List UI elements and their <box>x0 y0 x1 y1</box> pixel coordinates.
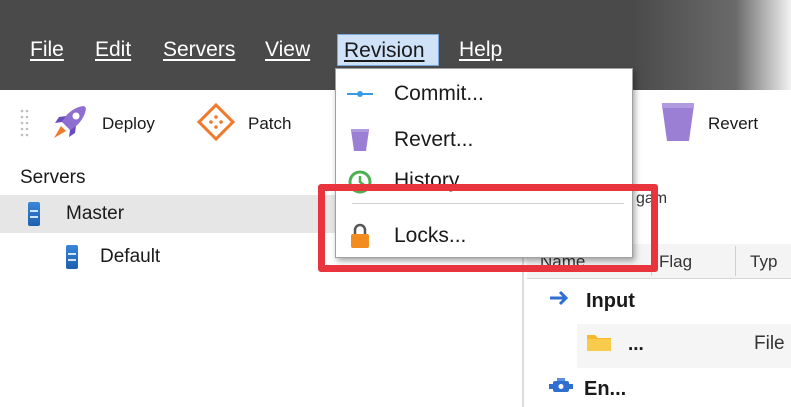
grip-icon[interactable] <box>20 108 30 140</box>
revert-icon <box>660 101 708 148</box>
menu-item-commit[interactable]: Commit... <box>336 71 632 117</box>
tree-item-label: Master <box>66 203 125 224</box>
server-icon <box>66 245 78 269</box>
patch-button[interactable]: Patch <box>196 96 291 152</box>
list-item-label: Input <box>586 289 635 312</box>
list-item-label: En... <box>584 377 627 400</box>
list-item-type: File <box>754 333 785 354</box>
menu-item-label: Commit... <box>394 82 484 105</box>
highlight-annotation <box>318 184 658 272</box>
list-item-input[interactable]: Input <box>548 286 635 316</box>
list-item-file-name: ... <box>586 330 644 360</box>
column-separator[interactable] <box>735 246 736 276</box>
revert-icon <box>340 128 380 152</box>
menu-item-label: Revert... <box>394 128 474 151</box>
menu-item-revert[interactable]: Revert... <box>336 117 632 163</box>
tree-item-default[interactable]: Default <box>0 238 330 276</box>
menu-servers[interactable]: Servers <box>157 34 241 66</box>
deploy-button[interactable]: Deploy <box>50 96 155 152</box>
server-icon <box>28 202 40 226</box>
menu-revision[interactable]: Revision <box>337 34 439 66</box>
patch-icon <box>196 102 248 147</box>
commit-icon <box>340 89 380 99</box>
column-header-flag[interactable]: Flag <box>659 252 692 272</box>
engine-icon <box>548 376 574 402</box>
rocket-icon <box>50 102 102 147</box>
deploy-label: Deploy <box>102 114 155 133</box>
tree-item-label: Default <box>100 246 161 267</box>
folder-icon <box>586 332 612 358</box>
column-header-type[interactable]: Typ <box>750 252 777 272</box>
list-item-engine[interactable]: En... <box>548 374 626 404</box>
patch-label: Patch <box>248 114 292 133</box>
menu-file[interactable]: File <box>24 34 70 66</box>
menu-help[interactable]: Help <box>453 34 508 66</box>
revert-button[interactable]: Revert <box>660 96 758 152</box>
input-arrow-icon <box>548 289 570 313</box>
menu-edit[interactable]: Edit <box>89 34 137 66</box>
menu-view[interactable]: View <box>259 34 316 66</box>
revert-label: Revert <box>708 114 759 133</box>
list-item-label: ... <box>628 334 644 355</box>
servers-panel-title: Servers <box>20 167 86 188</box>
